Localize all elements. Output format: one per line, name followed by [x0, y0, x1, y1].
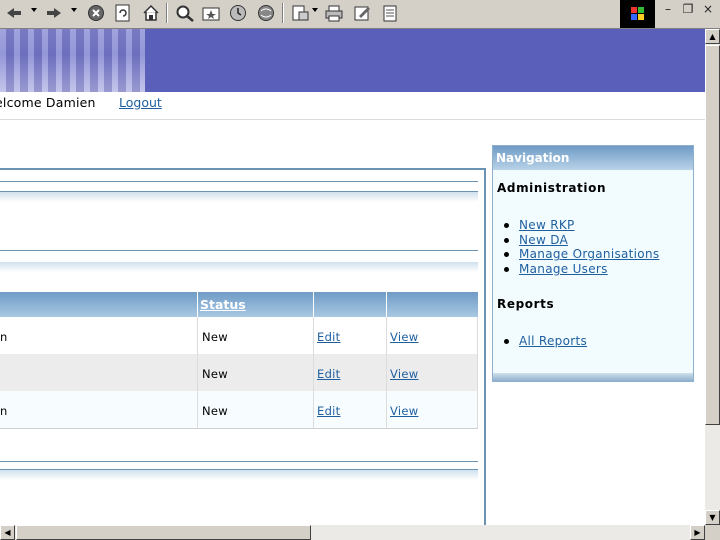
section-rule [0, 250, 478, 251]
toolbar-separator [166, 3, 168, 23]
window-minimize-button[interactable]: – [660, 2, 676, 18]
header-separator [313, 292, 314, 317]
section-rule [0, 181, 478, 182]
back-arrow-icon[interactable] [4, 3, 24, 23]
column-separator [477, 317, 478, 428]
mail-icon[interactable] [290, 3, 310, 23]
windows-logo-icon [620, 0, 655, 28]
admin-link-list: New RKP New DA Manage Organisations Mana… [501, 218, 659, 277]
section-fade [0, 192, 478, 202]
column-separator [197, 317, 198, 428]
column-separator [313, 317, 314, 428]
edit-icon[interactable] [352, 3, 372, 23]
header-separator [386, 292, 387, 317]
row-edit-link[interactable]: Edit [317, 367, 340, 381]
admin-list-item: Manage Organisations [501, 247, 659, 262]
manage-users-link[interactable]: Manage Users [519, 262, 608, 276]
navigation-header: Navigation [493, 146, 693, 170]
window-close-button[interactable]: × [700, 2, 716, 18]
admin-list-item: New DA [501, 233, 659, 248]
vertical-scrollbar[interactable]: ▲ ▼ [705, 29, 720, 525]
forward-dropdown-icon[interactable] [71, 8, 77, 12]
row-view-link[interactable]: View [390, 330, 419, 344]
refresh-icon[interactable] [113, 3, 133, 23]
stop-icon[interactable] [86, 3, 106, 23]
back-dropdown-icon[interactable] [31, 8, 37, 12]
navigation-footer [493, 373, 693, 381]
manage-organisations-link[interactable]: Manage Organisations [519, 247, 659, 261]
row-status-cell: New [202, 330, 228, 344]
forward-arrow-icon[interactable] [44, 3, 64, 23]
report-list-item: All Reports [501, 334, 587, 349]
site-banner [0, 29, 705, 92]
table-bottom-border [0, 428, 478, 429]
report-link-list: All Reports [501, 334, 587, 349]
navigation-title: Navigation [496, 151, 570, 165]
row-edit-link[interactable]: Edit [317, 330, 340, 344]
section-fade [0, 470, 478, 480]
table-row: n New Edit View [0, 391, 478, 428]
scroll-down-arrow-icon[interactable]: ▼ [705, 510, 720, 525]
reports-heading: Reports [497, 297, 555, 311]
toolbar-separator [282, 3, 284, 23]
row-name-cell: n [0, 404, 8, 418]
new-rkp-link[interactable]: New RKP [519, 218, 575, 232]
section-fade [0, 262, 478, 272]
logout-link[interactable]: Logout [119, 95, 162, 110]
section-rule [0, 461, 478, 462]
scroll-up-arrow-icon[interactable]: ▲ [705, 29, 720, 44]
row-status-cell: New [202, 404, 228, 418]
status-column-header[interactable]: Status [200, 297, 246, 312]
home-icon[interactable] [141, 3, 161, 23]
administration-heading: Administration [497, 181, 607, 195]
welcome-text: elcome Damien [0, 95, 96, 110]
admin-list-item: New RKP [501, 218, 659, 233]
discuss-icon[interactable] [380, 3, 400, 23]
all-reports-link[interactable]: All Reports [519, 334, 587, 348]
search-icon[interactable] [174, 3, 196, 23]
admin-list-item: Manage Users [501, 262, 659, 277]
row-name-cell: n [0, 330, 8, 344]
new-da-link[interactable]: New DA [519, 233, 568, 247]
row-status-cell: New [202, 367, 228, 381]
row-edit-link[interactable]: Edit [317, 404, 340, 418]
column-separator [386, 317, 387, 428]
window-restore-button[interactable]: ❐ [680, 2, 696, 18]
table-header: Status [0, 292, 478, 317]
print-icon[interactable] [324, 3, 344, 23]
browser-toolbar: – ❐ × [0, 0, 720, 29]
mail-dropdown-icon[interactable] [312, 8, 318, 12]
horizontal-scroll-thumb[interactable] [16, 525, 311, 540]
media-icon[interactable] [256, 3, 276, 23]
history-icon[interactable] [228, 3, 248, 23]
banner-photo [0, 29, 145, 92]
scrollbar-corner [705, 525, 720, 540]
scroll-left-arrow-icon[interactable]: ◀ [0, 525, 15, 540]
table-row: n New Edit View [0, 317, 478, 354]
row-view-link[interactable]: View [390, 367, 419, 381]
favorites-icon[interactable] [201, 3, 221, 23]
table-row: New Edit View [0, 354, 478, 391]
row-view-link[interactable]: View [390, 404, 419, 418]
vertical-scroll-thumb[interactable] [705, 45, 720, 425]
horizontal-scrollbar[interactable]: ◀ ▶ [0, 525, 705, 540]
scroll-right-arrow-icon[interactable]: ▶ [690, 525, 705, 540]
divider [0, 119, 705, 120]
header-separator [197, 292, 198, 317]
navigation-panel: Navigation Administration New RKP New DA… [492, 145, 694, 382]
